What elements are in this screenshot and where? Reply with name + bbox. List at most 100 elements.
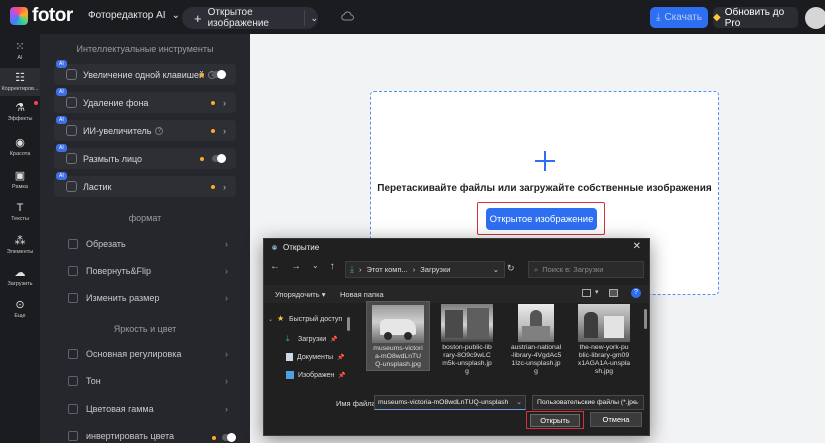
breadcrumb-item[interactable]: Загрузки (420, 265, 450, 274)
star-icon: ★ (277, 314, 285, 323)
chevron-down-icon[interactable]: ⌄ (310, 13, 318, 24)
tool-basic-adjust[interactable]: Основная регулировка (68, 349, 181, 359)
rail-item-text[interactable]: T Тексты (0, 202, 40, 222)
cloud-icon[interactable] (340, 10, 354, 22)
ai-badge: AI (56, 88, 67, 96)
tool-label: Основная регулировка (86, 349, 182, 359)
chevron-right-icon: › (412, 265, 416, 274)
file-name-line: the-new-york-pu (579, 344, 629, 351)
status-dot (200, 72, 204, 77)
file-list-scrollbar[interactable] (644, 309, 647, 329)
download-icon: ⤓ (286, 334, 290, 343)
tool-crop[interactable]: Обрезать (68, 239, 126, 249)
chevron-down-icon[interactable]: ⌄ (493, 265, 499, 274)
chevron-down-icon[interactable]: ▾ (595, 288, 599, 296)
tool-controls (200, 70, 226, 79)
tool-blur-face[interactable]: AI Размыть лицо (54, 144, 236, 169)
filename-value: museums-victoria-mO8wdLnTUQ-unsplash (378, 399, 509, 406)
enhance-icon (66, 69, 77, 80)
download-button[interactable]: ⤓ Скачать (650, 7, 708, 28)
nav-item-downloads[interactable]: ⤓ Загрузки 📌 (286, 335, 338, 343)
plus-icon[interactable] (535, 151, 555, 171)
chevron-down-icon[interactable]: ⌄ (312, 261, 319, 272)
tool-remove-background[interactable]: AI Удаление фона › (54, 88, 236, 113)
open-button[interactable]: Открыть (530, 414, 580, 427)
rail-item-frame[interactable]: ▣ Рамка (0, 170, 40, 190)
chevron-down-icon[interactable]: ⌄ (516, 396, 522, 409)
cancel-button[interactable]: Отмена (590, 412, 642, 427)
editor-menu-dropdown[interactable]: Фоторедактор AI ⌄ (88, 10, 180, 21)
refresh-icon[interactable]: ↻ (507, 263, 515, 274)
status-dot (211, 184, 215, 189)
rail-item-beauty[interactable]: ◉ Красота (0, 137, 40, 157)
tool-ai-upscaler[interactable]: AI ИИ-увеличитель ? › (54, 116, 236, 141)
tool-resize[interactable]: Изменить размер (68, 293, 159, 303)
divider (303, 10, 305, 26)
file-item[interactable]: austrian-national -library-4VgdAc5 1Izc-… (504, 301, 568, 376)
forward-arrow-icon[interactable]: → (291, 261, 301, 272)
adjust-icon (68, 349, 78, 359)
fotor-logo[interactable]: fotor (10, 6, 73, 25)
tool-color-gamut[interactable]: Цветовая гамма (68, 404, 154, 414)
file-name-line: -library-4VgdAc5 (510, 352, 562, 359)
rail-item-ai[interactable]: ⁙ AI (0, 41, 40, 61)
nav-item-documents[interactable]: Документы 📌 (286, 353, 345, 361)
tool-tone[interactable]: Тон (68, 376, 101, 386)
search-input[interactable]: ⌕ Поиск в: Загрузки (528, 261, 644, 278)
chevron-right-icon: › (223, 97, 226, 108)
nav-scrollbar[interactable] (347, 307, 351, 387)
tool-rotate-flip[interactable]: Повернуть&Flip (68, 266, 151, 276)
rail-item-label: Корректиров... (1, 86, 39, 92)
chevron-right-icon: › (225, 293, 228, 303)
chevron-right-icon: › (225, 266, 228, 276)
invert-toggle[interactable] (222, 433, 236, 442)
ai-grid-icon: ⁙ (15, 41, 25, 53)
upgrade-pro-button[interactable]: ◆ Обновить до Pro (713, 7, 798, 29)
rail-item-label: Тексты (11, 216, 29, 222)
download-icon: ⤓ (656, 12, 661, 23)
enhance-toggle[interactable] (212, 70, 226, 79)
tool-eraser[interactable]: AI Ластик › (54, 172, 236, 197)
file-item[interactable]: museums-victori a-mO8wdLnTU Q-unsplash.j… (366, 301, 430, 371)
tool-one-click-enhance[interactable]: AI Увеличение одной клавишей ? (54, 60, 236, 85)
avatar[interactable] (805, 7, 825, 29)
filetype-select[interactable]: Пользовательские файлы (*.jpe ⌄ (532, 395, 644, 410)
nav-item-quick-access[interactable]: ⌄ ★ Быстрый доступ (268, 315, 342, 323)
filename-input[interactable]: museums-victoria-mO8wdLnTUQ-unsplash ⌄ (374, 395, 526, 410)
diamond-icon: ◆ (713, 12, 721, 23)
organize-menu[interactable]: Упорядочить ▾ (275, 290, 326, 299)
status-dot (211, 100, 215, 105)
view-icon[interactable] (582, 289, 591, 297)
preview-pane-icon[interactable] (609, 289, 618, 297)
ai-badge: AI (56, 144, 67, 152)
pin-icon: 📌 (337, 354, 345, 361)
blur-face-toggle[interactable] (212, 154, 226, 163)
chevron-right-icon: › (225, 239, 228, 249)
rail-item-effects[interactable]: ⚗ Эффекты (0, 102, 40, 122)
new-folder-button[interactable]: Новая папка (340, 290, 384, 299)
rail-item-elements[interactable]: ⁂ Элементы (0, 235, 40, 255)
tool-label: Удаление фона (83, 97, 149, 108)
rail-item-label: Эффекты (7, 116, 33, 122)
nav-item-pictures[interactable]: Изображен 📌 (286, 371, 346, 379)
document-icon (286, 353, 293, 361)
open-image-top-label: Открытое изображение (207, 7, 269, 29)
breadcrumb-item[interactable]: Этот комп... (366, 265, 407, 274)
rail-item-adjust[interactable]: ☷ Корректиров... (0, 68, 40, 96)
up-arrow-icon[interactable]: ↑ (330, 261, 335, 272)
text-icon: T (16, 202, 24, 214)
tool-invert-colors[interactable]: инвертировать цвета (68, 431, 174, 441)
file-item[interactable]: the-new-york-pu blic-library-gm09 x1AGA1… (572, 301, 636, 376)
address-bar[interactable]: ⤓ › Этот комп... › Загрузки ⌄ (345, 261, 505, 278)
open-image-button[interactable]: Открытое изображение (486, 208, 597, 230)
help-icon[interactable]: ? (631, 288, 641, 298)
invert-icon (68, 431, 78, 441)
back-arrow-icon[interactable]: ← (270, 261, 280, 272)
close-icon[interactable]: ✕ (633, 241, 641, 252)
help-icon[interactable]: ? (155, 126, 164, 135)
open-image-top-button[interactable]: + Открытое изображение ⌄ (182, 7, 318, 29)
nav-item-label: Быстрый доступ (289, 315, 343, 323)
rail-item-upload[interactable]: ☁ Загрузить (0, 267, 40, 287)
rail-item-more[interactable]: ⊙ Еще (0, 299, 40, 319)
file-item[interactable]: boston-public-lib rary-8O9c9wLC m5k-unsp… (435, 301, 499, 376)
